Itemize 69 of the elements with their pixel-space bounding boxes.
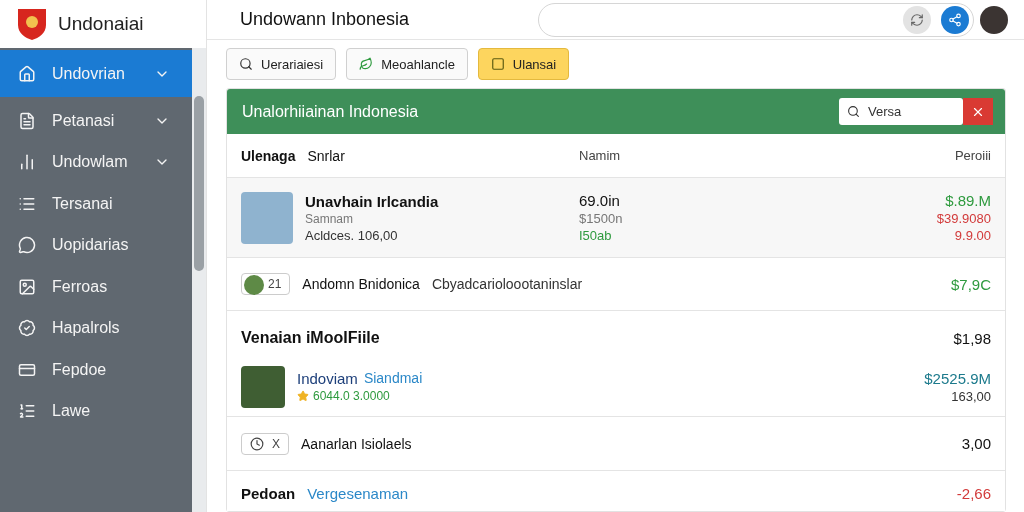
sidebar-item[interactable]: Lawe <box>0 390 192 432</box>
image-icon <box>18 277 36 296</box>
amount-text: $1500n <box>579 211 623 226</box>
toolbar-button[interactable]: Ulansai <box>477 48 570 81</box>
count-badge: 21 <box>241 273 291 295</box>
crest-logo-icon <box>16 7 48 41</box>
row-link[interactable]: Vergesenaman <box>307 485 779 502</box>
sidebar-item[interactable]: Hapalrols <box>0 307 192 349</box>
row-link[interactable]: Siandmai <box>363 370 423 387</box>
row-title: Pedoan <box>241 485 296 502</box>
photo-placeholder <box>241 191 293 244</box>
amount-text: $.89.M <box>945 192 991 209</box>
row-title: Unavhain Irlcandia <box>305 192 439 210</box>
amount-text: $7,9C <box>950 275 991 293</box>
row-description: Cbyadcarioloootaninslar <box>431 276 584 292</box>
rating-text: 6044.0 3.0000 <box>313 389 390 403</box>
amount-text: 163,00 <box>951 388 991 404</box>
search-icon <box>239 57 253 72</box>
column-header: Ulenaga <box>241 147 296 164</box>
toolbar-button[interactable]: Meoahlancle <box>346 48 468 81</box>
sidebar-item[interactable]: Undovrian <box>0 50 192 97</box>
amount-text: 69.0in <box>579 192 620 209</box>
search-icon <box>847 105 860 118</box>
amount-text: $1,98 <box>953 329 991 347</box>
row-subtitle: Samnam <box>305 211 354 226</box>
avatar[interactable] <box>980 5 1008 34</box>
amount-text: I50ab <box>579 228 612 243</box>
sidebar-item[interactable]: Petanasi <box>0 100 192 142</box>
square-icon <box>490 57 505 72</box>
list-icon <box>18 402 36 421</box>
search-value: Versa <box>868 104 902 119</box>
photo-placeholder <box>241 365 285 408</box>
leaf-icon <box>359 57 374 72</box>
amount-text: $2525.9M <box>924 369 991 387</box>
page-title: Undowann Inbonesia <box>240 9 411 31</box>
home-icon <box>18 64 36 83</box>
row-title: Aanarlan Isiolaels <box>301 435 413 452</box>
column-header: Peroiii <box>954 148 991 163</box>
toolbar-button[interactable]: Uerariaiesi <box>226 48 337 81</box>
amount-text: -2,66 <box>956 485 991 502</box>
scrollbar[interactable] <box>192 48 206 512</box>
sidebar-item[interactable]: Undowlam <box>0 141 192 183</box>
amount-text: 3,00 <box>961 435 991 452</box>
clock-icon <box>250 436 264 451</box>
sidebar-item[interactable]: Fepdoe <box>0 349 192 391</box>
document-icon <box>18 111 36 130</box>
chat-icon <box>18 236 36 255</box>
refresh-button[interactable] <box>903 5 931 34</box>
search-field[interactable]: Versa <box>839 98 963 125</box>
time-chip[interactable]: X <box>241 432 289 455</box>
badge-check-icon <box>18 319 36 338</box>
section-title: Venaian iMooIFiile <box>241 329 381 347</box>
share-icon <box>948 12 962 27</box>
amount-text: $39.9080 <box>936 211 991 226</box>
row-title: Indoviam <box>297 370 358 387</box>
panel-title: Unalorhiiainan Indonesia <box>242 102 419 121</box>
sidebar-item[interactable]: Ferroas <box>0 266 192 308</box>
star-icon <box>297 390 309 402</box>
column-header: Namim <box>579 148 622 163</box>
column-header: Snrlar <box>307 147 346 164</box>
share-button[interactable] <box>941 5 969 34</box>
sidebar-item[interactable]: Tersanai <box>0 183 192 225</box>
row-detail: Acldces. 106,00 <box>305 227 398 243</box>
amount-text: 9.9.00 <box>954 228 991 243</box>
refresh-icon <box>910 12 924 27</box>
sidebar-item[interactable]: Uopidarias <box>0 224 192 266</box>
brand-name: Undonaiai <box>58 13 144 35</box>
row-title: Andomn Bnidonica <box>302 276 420 292</box>
bar-chart-icon <box>18 153 36 172</box>
